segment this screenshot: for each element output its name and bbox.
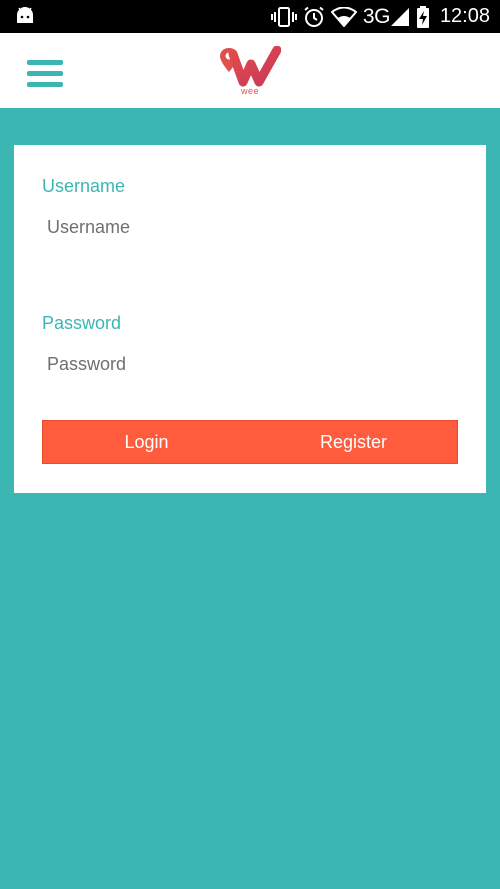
password-label: Password xyxy=(42,313,122,333)
login-button[interactable]: Login xyxy=(43,421,250,463)
hamburger-menu-icon[interactable] xyxy=(24,57,66,91)
wifi-icon xyxy=(330,6,357,28)
username-input[interactable] xyxy=(42,207,458,247)
alarm-icon xyxy=(303,6,325,28)
register-button[interactable]: Register xyxy=(250,421,457,463)
login-card: Username Password Login Register xyxy=(14,145,486,493)
battery-charging-icon xyxy=(416,5,430,28)
clock: 12:08 xyxy=(439,5,490,27)
auth-button-bar: Login Register xyxy=(42,420,458,464)
app-logo: wee xyxy=(219,45,282,98)
status-bar: 3G 12:08 xyxy=(0,0,500,33)
username-label: Username xyxy=(42,176,126,196)
android-icon xyxy=(17,7,33,23)
logo-caption: wee xyxy=(240,86,259,96)
vibrate-icon xyxy=(270,6,297,28)
network-type-label: 3G xyxy=(362,4,391,28)
signal-icon: 3G xyxy=(362,4,410,28)
app-header: wee xyxy=(0,33,500,108)
password-input[interactable] xyxy=(42,344,458,384)
